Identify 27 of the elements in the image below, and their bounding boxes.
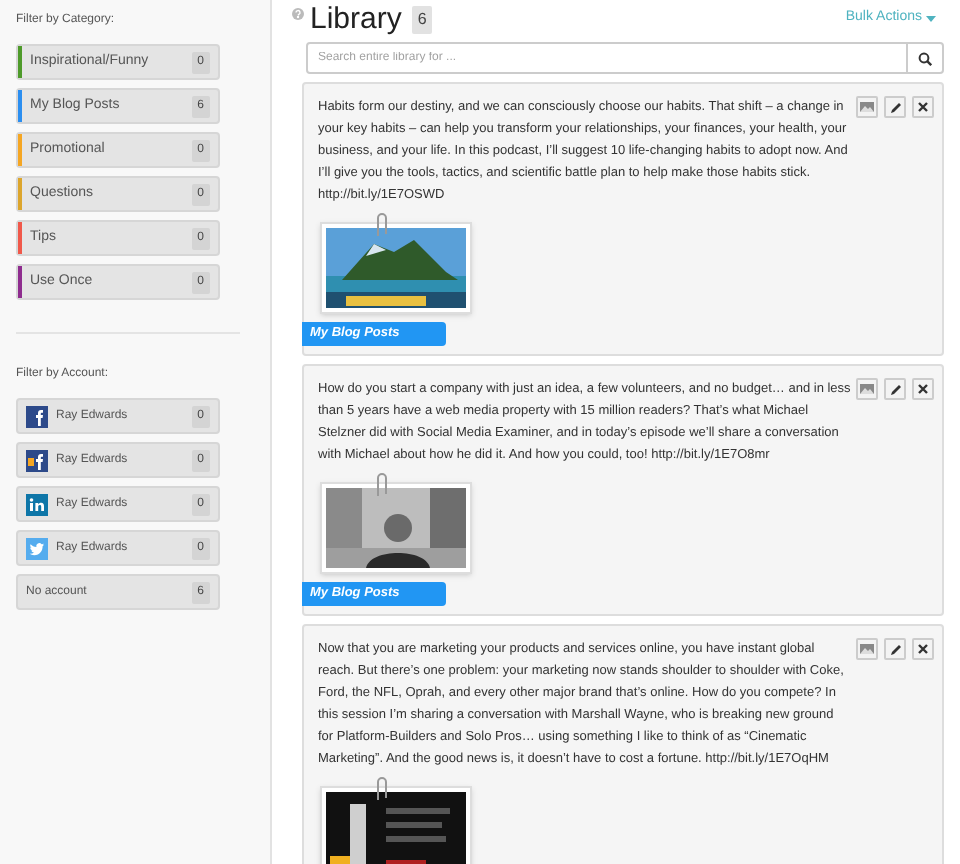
paperclip-icon (374, 212, 390, 240)
pencil-icon (889, 383, 901, 395)
search-button[interactable] (908, 42, 944, 74)
image-icon (860, 644, 874, 654)
facebook-icon (26, 449, 48, 471)
page-title: Library (310, 4, 402, 34)
facebook-icon (26, 405, 48, 427)
pencil-icon (889, 101, 901, 113)
close-button[interactable] (912, 378, 934, 400)
close-icon (918, 102, 928, 112)
close-button[interactable] (912, 96, 934, 118)
pencil-icon (889, 643, 901, 655)
count-badge: 6 (411, 5, 433, 33)
edit-button[interactable] (884, 96, 906, 118)
image-icon (860, 102, 874, 112)
close-button[interactable] (912, 638, 934, 660)
linkedin-icon (26, 493, 48, 515)
caret-icon (926, 16, 936, 22)
search-icon (918, 51, 932, 65)
paperclip-icon (374, 776, 390, 804)
bird-icon (26, 537, 48, 559)
close-icon (918, 384, 928, 394)
paperclip-icon (374, 472, 390, 500)
close-icon (918, 644, 928, 654)
image-icon (860, 384, 874, 394)
edit-button[interactable] (884, 378, 906, 400)
edit-button[interactable] (884, 638, 906, 660)
